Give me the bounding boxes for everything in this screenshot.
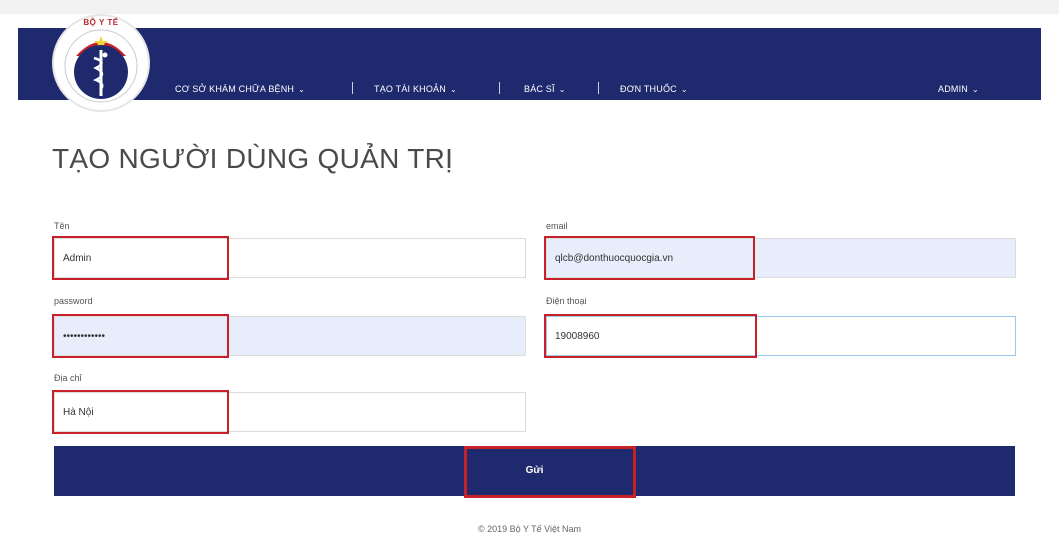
chevron-down-icon: ⌄ xyxy=(972,85,979,94)
submit-button[interactable]: Gửi xyxy=(54,446,1015,496)
name-label: Tên xyxy=(54,221,70,231)
nav-item-prescriptions[interactable]: ĐƠN THUỐC ⌄ xyxy=(620,84,688,94)
top-strip xyxy=(0,0,1059,14)
address-label: Địa chỉ xyxy=(54,373,82,383)
page-title: TẠO NGƯỜI DÙNG QUẢN TRỊ xyxy=(52,143,454,174)
chevron-down-icon: ⌄ xyxy=(298,85,306,94)
admin-menu[interactable]: ADMIN ⌄ xyxy=(938,84,979,94)
submit-label: Gửi xyxy=(525,465,544,476)
chevron-down-icon: ⌄ xyxy=(558,85,566,94)
admin-label: ADMIN xyxy=(938,84,968,94)
chevron-down-icon: ⌄ xyxy=(449,85,457,94)
nav-item-label: TẠO TÀI KHOẢN xyxy=(374,84,446,94)
nav-item-label: BÁC SĨ xyxy=(524,84,555,94)
address-input[interactable]: Hà Nội xyxy=(54,392,526,432)
nav-item-create-account[interactable]: TẠO TÀI KHOẢN ⌄ xyxy=(374,84,457,94)
password-label: password xyxy=(54,296,93,306)
navbar: CƠ SỞ KHÁM CHỮA BỆNH ⌄ TẠO TÀI KHOẢN ⌄ BÁC… xyxy=(18,28,1041,100)
phone-label: Điện thoại xyxy=(546,296,587,306)
nav-item-label: ĐƠN THUỐC xyxy=(620,84,677,94)
password-input[interactable]: •••••••••••• xyxy=(54,316,526,356)
nav-separator xyxy=(499,82,500,94)
phone-value: 19008960 xyxy=(555,331,600,342)
email-input[interactable]: qlcb@donthuocquocgia.vn xyxy=(546,238,1016,278)
email-label: email xyxy=(546,221,568,231)
nav-item-doctors[interactable]: BÁC SĨ ⌄ xyxy=(524,84,566,94)
nav-item-label: CƠ SỞ KHÁM CHỮA BỆNH xyxy=(175,84,295,94)
password-value: •••••••••••• xyxy=(63,331,106,342)
ministry-logo[interactable]: BỘ Y TẾ xyxy=(52,14,150,112)
name-input[interactable]: Admin xyxy=(54,238,526,278)
nav-item-facilities[interactable]: CƠ SỞ KHÁM CHỮA BỆNH ⌄ xyxy=(175,84,305,94)
email-value: qlcb@donthuocquocgia.vn xyxy=(555,253,674,264)
address-value: Hà Nội xyxy=(63,407,94,418)
nav-separator xyxy=(352,82,353,94)
chevron-down-icon: ⌄ xyxy=(680,85,688,94)
caduceus-emblem-icon xyxy=(64,29,138,103)
nav-separator xyxy=(598,82,599,94)
name-value: Admin xyxy=(63,253,92,264)
phone-input[interactable]: 19008960 xyxy=(546,316,1016,356)
footer-copyright: © 2019 Bộ Y Tế Việt Nam xyxy=(477,524,582,534)
